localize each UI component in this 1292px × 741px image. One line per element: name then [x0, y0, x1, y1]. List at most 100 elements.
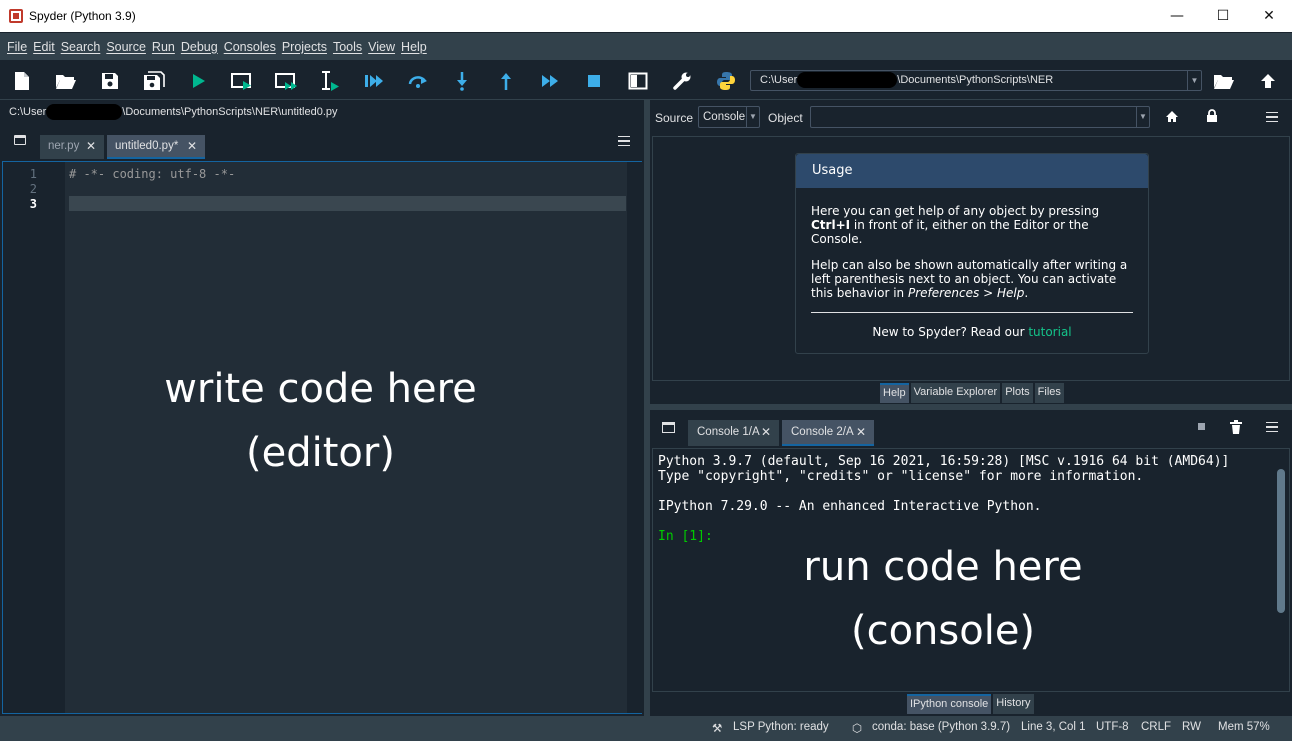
line-endings: CRLF: [1141, 721, 1172, 733]
help-options-icon[interactable]: [1266, 112, 1278, 122]
run-selection-icon[interactable]: [317, 68, 343, 94]
menu-view[interactable]: View: [365, 40, 398, 54]
save-icon[interactable]: [97, 68, 123, 94]
usage-paragraph-1: Here you can get help of any object by p…: [796, 204, 1148, 246]
step-return-icon[interactable]: [493, 68, 519, 94]
tab-untitled0-py[interactable]: untitled0.py* ✕: [107, 135, 205, 159]
tab-console-2a[interactable]: Console 2/A ✕: [782, 420, 874, 446]
stop-kernel-icon[interactable]: [1198, 423, 1205, 430]
tab-label: Console 1/A: [697, 426, 760, 438]
tab-help[interactable]: Help: [880, 383, 909, 403]
menu-source[interactable]: Source: [103, 40, 149, 54]
browse-tabs-icon[interactable]: [14, 135, 26, 145]
open-file-icon[interactable]: [53, 68, 79, 94]
title-bar: Spyder (Python 3.9) — ☐ ✕: [0, 0, 1292, 32]
debug-icon[interactable]: [361, 68, 387, 94]
editor-options-icon[interactable]: [618, 136, 630, 146]
editor-pane: ner.py ✕ untitled0.py* ✕ 1 2 3 # -*- cod…: [0, 123, 644, 716]
scrollbar-thumb[interactable]: [1277, 469, 1285, 613]
chevron-down-icon: ▼: [746, 107, 759, 127]
lsp-status[interactable]: LSP Python: ready: [733, 721, 829, 733]
working-directory-combo[interactable]: C:\User \Documents\PythonScripts\NER ▼: [750, 70, 1202, 91]
object-label: Object: [768, 111, 803, 125]
code-editor[interactable]: 1 2 3 # -*- coding: utf-8 -*- write code…: [2, 161, 642, 714]
maximize-pane-icon[interactable]: [625, 68, 651, 94]
maximize-icon: ☐: [1216, 8, 1230, 24]
stop-debug-icon[interactable]: [581, 68, 607, 94]
run-cell-advance-icon[interactable]: [273, 68, 299, 94]
menu-run[interactable]: Run: [149, 40, 178, 54]
object-combo[interactable]: ▼: [810, 106, 1150, 128]
chevron-down-icon[interactable]: ▼: [1187, 71, 1201, 90]
menu-debug[interactable]: Debug: [178, 40, 221, 54]
editor-file-path: C:\User \Documents\PythonScripts\NER\unti…: [0, 101, 644, 123]
run-cell-icon[interactable]: [229, 68, 255, 94]
menu-help[interactable]: Help: [398, 40, 430, 54]
line-number: 1: [29, 167, 37, 181]
console-options-icon[interactable]: [1266, 422, 1278, 432]
tab-ipython-console[interactable]: IPython console: [907, 694, 992, 714]
ipython-console-output[interactable]: Python 3.9.7 (default, Sep 16 2021, 16:5…: [652, 448, 1290, 692]
redacted-username: [46, 104, 123, 121]
close-tab-icon[interactable]: ✕: [187, 135, 197, 158]
menu-consoles[interactable]: Consoles: [221, 40, 279, 54]
console-line: Python 3.9.7 (default, Sep 16 2021, 16:5…: [658, 454, 1230, 469]
save-all-icon[interactable]: [141, 68, 167, 94]
parent-directory-icon[interactable]: [1255, 68, 1281, 94]
console-pane: Console 1/A ✕ Console 2/A ✕ Python 3.9.7…: [650, 410, 1292, 716]
console-scrollbar[interactable]: [1275, 453, 1286, 685]
tab-label: Console 2/A: [791, 426, 854, 438]
close-icon: ✕: [1263, 8, 1275, 24]
python-path-icon[interactable]: [713, 68, 739, 94]
console-pane-tabs: IPython console History: [907, 694, 1036, 714]
new-file-icon[interactable]: [9, 68, 35, 94]
lsp-status-icon: ⚒: [712, 723, 723, 735]
menu-file[interactable]: File: [4, 40, 30, 54]
minimize-button[interactable]: —: [1154, 0, 1200, 32]
run-icon[interactable]: [185, 68, 211, 94]
close-tab-icon[interactable]: ✕: [761, 420, 771, 445]
chevron-down-icon: ▼: [1136, 107, 1149, 127]
tab-label: ner.py: [48, 140, 80, 152]
menu-bar: File Edit Search Source Run Debug Consol…: [0, 32, 1292, 60]
menu-edit[interactable]: Edit: [30, 40, 58, 54]
help-source-bar: Source Console ▼ Object ▼: [650, 100, 1292, 136]
menu-projects[interactable]: Projects: [279, 40, 330, 54]
conda-status[interactable]: conda: base (Python 3.9.7): [872, 721, 1010, 733]
continue-icon[interactable]: [537, 68, 563, 94]
usage-text: in front of it, either on the Editor or …: [850, 218, 1089, 232]
code-line: # -*- coding: utf-8 -*-: [69, 167, 236, 181]
tutorial-link[interactable]: tutorial: [1028, 325, 1071, 339]
tab-files[interactable]: Files: [1034, 383, 1064, 403]
tab-console-1a[interactable]: Console 1/A ✕: [688, 420, 779, 446]
usage-text: Console.: [811, 232, 863, 246]
tab-variable-explorer[interactable]: Variable Explorer: [910, 383, 1001, 403]
tab-plots[interactable]: Plots: [1002, 383, 1033, 403]
step-over-icon[interactable]: [405, 68, 431, 94]
home-icon[interactable]: [1165, 110, 1179, 126]
editor-scrollbar[interactable]: [627, 162, 642, 713]
lock-icon[interactable]: [1206, 109, 1218, 126]
redacted-username: [797, 72, 898, 89]
browse-directory-icon[interactable]: [1211, 68, 1237, 94]
usage-card: Usage Here you can get help of any objec…: [795, 153, 1149, 354]
tab-history[interactable]: History: [993, 694, 1034, 714]
clear-console-icon[interactable]: [1230, 420, 1242, 437]
maximize-button[interactable]: ☐: [1200, 0, 1246, 32]
tab-ner-py[interactable]: ner.py ✕: [40, 135, 104, 159]
preferences-icon[interactable]: [669, 68, 695, 94]
menu-tools[interactable]: Tools: [330, 40, 365, 54]
source-combo[interactable]: Console ▼: [698, 106, 760, 128]
divider: [811, 312, 1133, 313]
working-dir-prefix: C:\User: [760, 74, 798, 86]
console-annotation: run code here (console): [653, 535, 1233, 663]
editor-annotation: write code here (editor): [43, 357, 598, 485]
browse-tabs-icon[interactable]: [662, 422, 675, 433]
new-to-spyder: New to Spyder? Read our tutorial: [796, 325, 1148, 339]
close-tab-icon[interactable]: ✕: [86, 135, 96, 158]
menu-search[interactable]: Search: [58, 40, 104, 54]
close-tab-icon[interactable]: ✕: [856, 420, 866, 445]
step-into-icon[interactable]: [449, 68, 475, 94]
file-permissions: RW: [1182, 721, 1201, 733]
close-button[interactable]: ✕: [1246, 0, 1292, 32]
